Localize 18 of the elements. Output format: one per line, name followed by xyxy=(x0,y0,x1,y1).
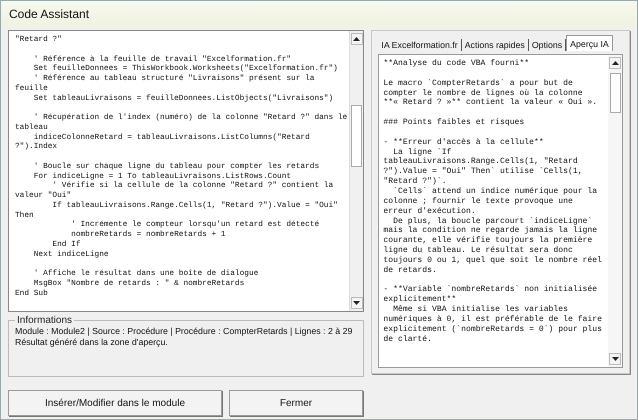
preview-text: **Analyse du code VBA fourni** Le macro `CompterRetards` a pour but de compter le nombre de lignes où la colonne **« Retard ? »** contient la valeur « Oui ». ### Points faibles et risques - **Erreur d'accès à la cellule** La ligne `If tableauLivraisons.Range.Cells(1, "Retard ?").Value = "Oui" Then` utilise `Cells(1, "Retard ?")`. `Cells` attend un indice numérique pour la colonne ; fournir le texte provoque une erreur d'exécution. De plus, la boucle parcourt `indiceLigne` mais la condition ne regarde jamais la ligne courante, elle vérifie toujours la première ligne du tableau. Le résultat sera donc toujours 0 ou 1, quel que soit le nombre réel de retards. - **Variable `nombreRetards` non initialisée explicitement** Même si VBA initialise les variables numériques à 0, il est préférable de le faire explicitement (`nombreRetards = 0`) pour plus de clarté. xyxy=(382,58,603,346)
dialog-button[interactable]: Insérer/Modifier dans le module xyxy=(8,390,222,416)
scroll-thumb[interactable] xyxy=(351,105,362,167)
tab[interactable]: IA Excelformation.fr xyxy=(378,39,462,51)
info-text: Module : Module2 | Source : Procédure | Procédure : CompterRetards | Lignes : 2 à 29 xyxy=(15,326,354,337)
scrollbar[interactable] xyxy=(608,55,622,367)
scroll-up-icon[interactable] xyxy=(609,57,621,69)
scroll-up-icon[interactable] xyxy=(350,33,363,45)
scroll-down-icon[interactable] xyxy=(609,353,621,365)
scroll-thumb[interactable] xyxy=(610,73,620,113)
scroll-down-icon[interactable] xyxy=(350,297,363,309)
tab[interactable]: Actions rapides xyxy=(462,39,529,51)
scrollbar[interactable] xyxy=(349,31,364,311)
window-title: Code Assistant xyxy=(9,7,90,21)
group-title: Informations xyxy=(16,315,74,326)
tab[interactable]: Aperçu IA xyxy=(566,35,613,51)
info-text: Résultat généré dans la zone d'aperçu. xyxy=(15,337,169,348)
dialog-button[interactable]: Fermer xyxy=(229,390,363,416)
